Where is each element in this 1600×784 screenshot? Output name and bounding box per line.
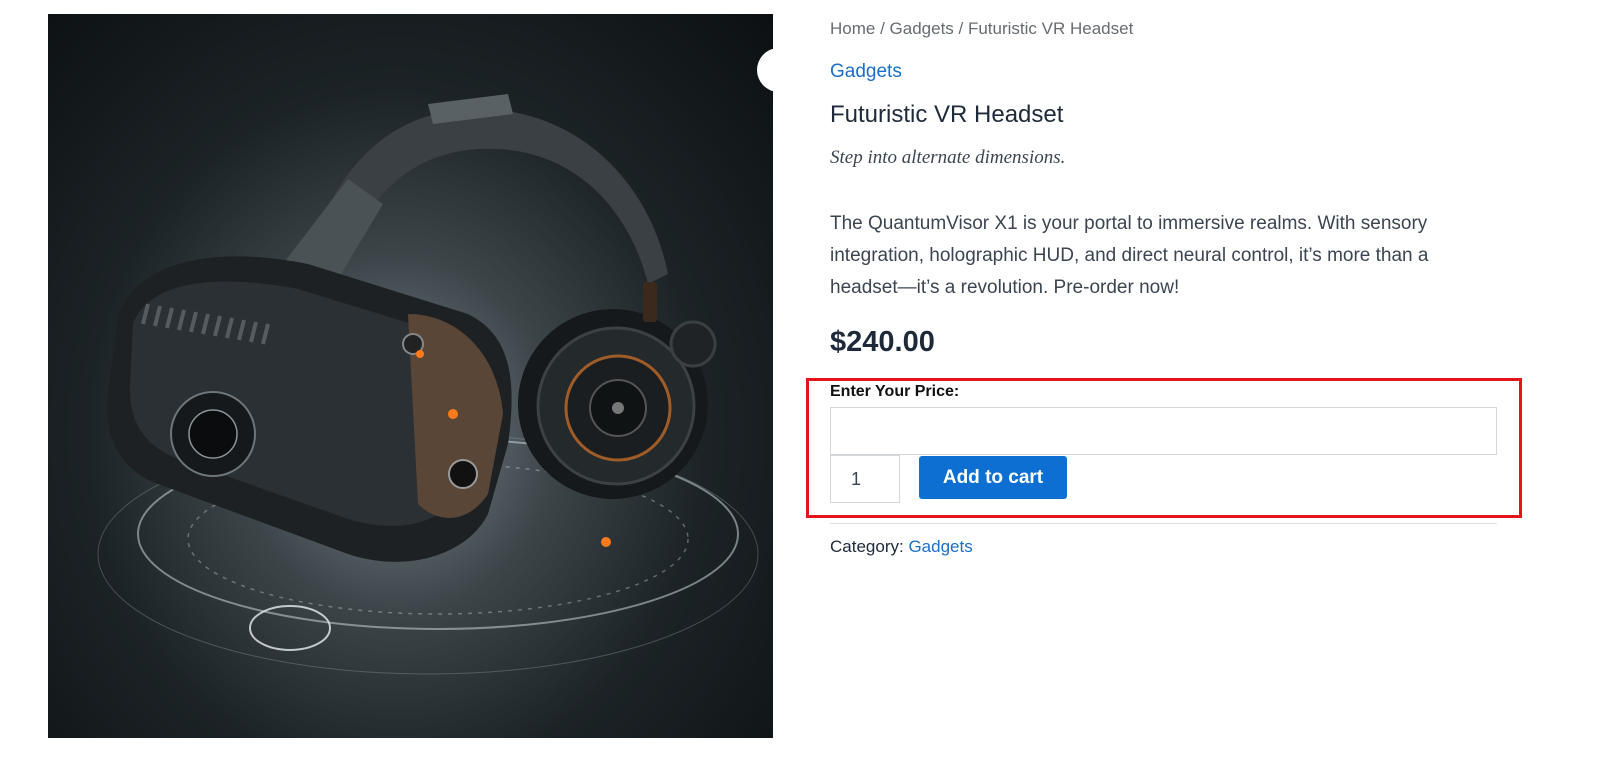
custom-price-label: Enter Your Price: <box>830 383 960 400</box>
breadcrumb-separator: / <box>875 19 890 38</box>
product-category-link[interactable]: Gadgets <box>830 61 902 83</box>
breadcrumb-separator: / <box>953 19 968 38</box>
breadcrumb-home[interactable]: Home <box>830 19 875 38</box>
custom-price-input[interactable] <box>830 407 1497 455</box>
category-meta-link[interactable]: Gadgets <box>908 537 972 556</box>
breadcrumb-category[interactable]: Gadgets <box>890 19 954 38</box>
add-to-cart-button[interactable]: Add to cart <box>919 456 1067 499</box>
breadcrumb-current: Futuristic VR Headset <box>967 19 1134 38</box>
product-tagline: Step into alternate dimensions. <box>830 147 1066 168</box>
product-image[interactable] <box>48 14 773 738</box>
product-meta: Category: Gadgets <box>830 537 973 557</box>
category-label: Category: <box>830 537 904 556</box>
product-price: $240.00 <box>830 326 935 358</box>
breadcrumb: Home / Gadgets / Futuristic VR Headset <box>830 19 1133 39</box>
zoom-button[interactable] <box>757 48 773 92</box>
divider <box>830 523 1497 524</box>
magnifier-icon <box>757 48 773 738</box>
product-title: Futuristic VR Headset <box>830 101 1064 128</box>
quantity-input[interactable] <box>830 455 900 503</box>
product-description: The QuantumVisor X1 is your portal to im… <box>830 213 1429 298</box>
vr-headset-illustration <box>97 94 759 675</box>
